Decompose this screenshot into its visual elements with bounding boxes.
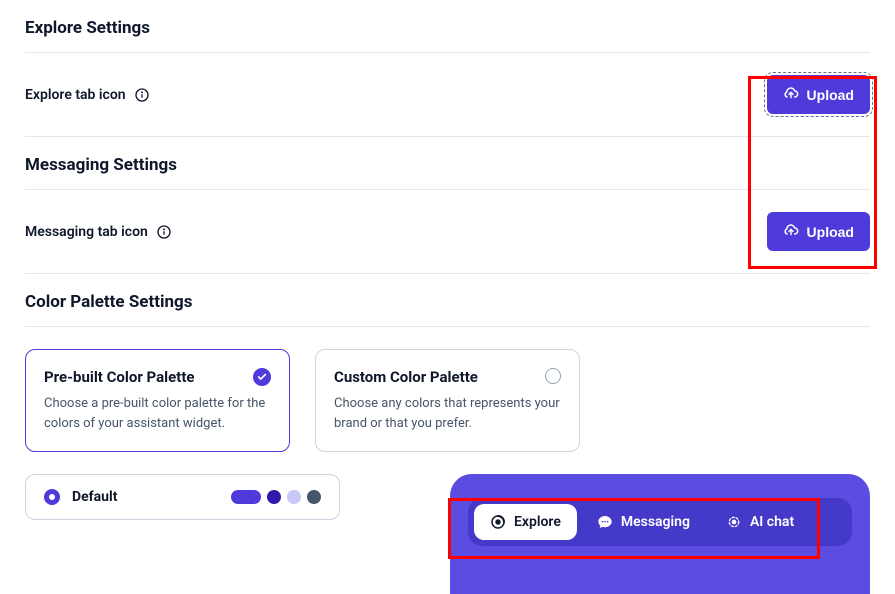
explore-icon	[490, 514, 506, 530]
cloud-upload-icon	[783, 222, 799, 241]
ai-chat-icon	[726, 514, 742, 530]
widget-preview: Explore Messaging AI chat	[450, 474, 870, 594]
section-title-explore: Explore Settings	[25, 0, 870, 52]
upload-button-label: Upload	[807, 87, 854, 103]
swatch	[267, 490, 281, 504]
tab-ai-chat[interactable]: AI chat	[710, 504, 810, 540]
option-card-title: Pre-built Color Palette	[44, 368, 195, 386]
explore-tab-icon-label: Explore tab icon	[25, 87, 126, 103]
swatch	[307, 490, 321, 504]
swatch	[287, 490, 301, 504]
tab-label: AI chat	[750, 514, 794, 530]
chat-bubble-icon	[597, 514, 613, 530]
check-icon	[253, 368, 271, 386]
upload-button-label: Upload	[807, 224, 854, 240]
palette-preset-default[interactable]: Default	[25, 474, 340, 520]
info-icon[interactable]	[134, 87, 150, 103]
tab-label: Messaging	[621, 514, 690, 530]
row-messaging-tab-icon: Messaging tab icon Upload	[25, 190, 870, 274]
section-title-palette: Color Palette Settings	[25, 274, 870, 326]
option-card-custom[interactable]: Custom Color Palette Choose any colors t…	[315, 349, 580, 452]
info-icon[interactable]	[156, 224, 172, 240]
messaging-tab-icon-label: Messaging tab icon	[25, 224, 148, 240]
tab-messaging[interactable]: Messaging	[581, 504, 706, 540]
cloud-upload-icon	[783, 85, 799, 104]
upload-button-explore[interactable]: Upload	[767, 75, 870, 114]
row-explore-tab-icon: Explore tab icon Upload	[25, 53, 870, 137]
palette-swatches	[231, 490, 321, 504]
preview-tab-bar: Explore Messaging AI chat	[468, 498, 852, 546]
section-title-messaging: Messaging Settings	[25, 137, 870, 189]
option-card-desc: Choose a pre-built color palette for the…	[44, 394, 271, 433]
tab-explore[interactable]: Explore	[474, 504, 577, 540]
option-card-title: Custom Color Palette	[334, 368, 478, 386]
tab-label: Explore	[514, 514, 561, 530]
option-card-prebuilt[interactable]: Pre-built Color Palette Choose a pre-bui…	[25, 349, 290, 452]
option-card-desc: Choose any colors that represents your b…	[334, 394, 561, 433]
swatch	[231, 490, 261, 504]
upload-button-messaging[interactable]: Upload	[767, 212, 870, 251]
radio-selected-icon	[44, 489, 60, 505]
palette-preset-label: Default	[72, 489, 219, 505]
radio-unselected-icon	[545, 368, 561, 384]
